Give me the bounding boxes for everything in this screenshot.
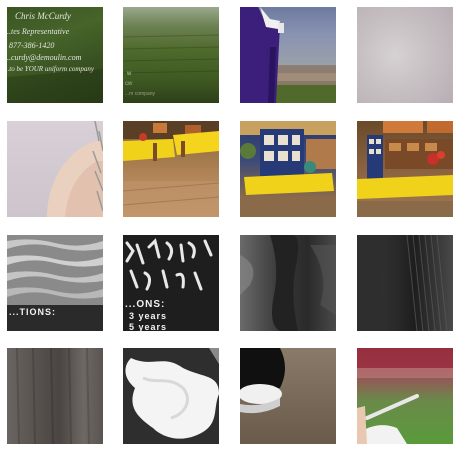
texture-noise-1 [240, 235, 336, 331]
twirler-scene [357, 348, 453, 444]
tile-grey-fabric[interactable] [357, 7, 453, 103]
banner-text-ons: ...ONS: [125, 299, 166, 310]
band-member-figure [240, 7, 336, 103]
card-name: Chris McCurdy [15, 11, 71, 21]
card-phone: 877-386-1420 [9, 41, 55, 50]
tile-dark-texture-2[interactable] [357, 235, 453, 331]
tile-grey-banner-stripes[interactable]: ...TIONS: [7, 235, 103, 331]
tile-white-plume[interactable] [123, 348, 219, 444]
feather-plume [125, 348, 219, 439]
tile-black-banner-script[interactable]: ...ONS: 3 years 5 years [123, 235, 219, 331]
svg-text:w: w [126, 71, 132, 77]
grass-stripes: w cw ...m company [123, 34, 219, 97]
blur-streaks [16, 348, 90, 444]
booth-shelves-scene [357, 121, 453, 217]
arm-shape [47, 121, 103, 217]
hat-shape [240, 348, 285, 414]
tile-booth-yellow-tables[interactable] [123, 121, 219, 217]
tile-business-card[interactable]: Chris McCurdy ...tes Representative 877-… [7, 7, 103, 103]
booth-scene [123, 121, 219, 217]
tile-booth-framed-photos[interactable] [240, 121, 336, 217]
tile-grass-field[interactable]: w cw ...m company [123, 7, 219, 103]
tile-white-hat-brim[interactable] [240, 348, 336, 444]
image-grid: Chris McCurdy ...tes Representative 877-… [0, 0, 458, 449]
booth-photos-scene [240, 121, 336, 217]
svg-text:...m company: ...m company [125, 91, 156, 97]
texture-noise-2 [357, 235, 448, 331]
tile-dark-texture-1[interactable] [240, 235, 336, 331]
tile-baton-twirler[interactable] [357, 348, 453, 444]
banner-text-3-years: 3 years [129, 311, 168, 321]
tile-arm-pompom[interactable] [7, 121, 103, 217]
tile-marching-band[interactable] [240, 7, 336, 103]
card-tagline: ...to be YOUR uniform company [7, 65, 95, 73]
tile-booth-shelves-flowers[interactable] [357, 121, 453, 217]
card-title: ...tes Representative [7, 27, 70, 36]
banner-text-1: ...TIONS: [9, 307, 56, 317]
tile-grey-blur[interactable] [7, 348, 103, 444]
card-email: ...curdy@demoulin.com [7, 53, 82, 62]
svg-text:cw: cw [125, 81, 133, 87]
banner-text-5-years: 5 years [129, 322, 168, 331]
